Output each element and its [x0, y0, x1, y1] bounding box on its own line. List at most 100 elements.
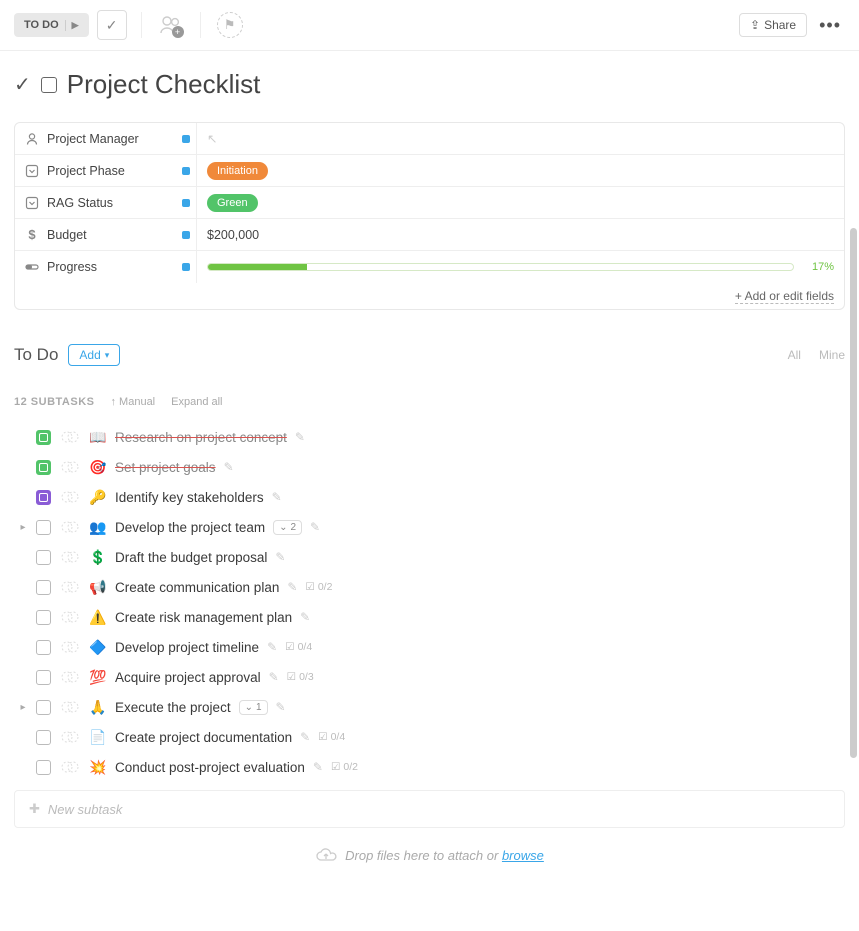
- task-checkbox[interactable]: [36, 610, 51, 625]
- assignee-placeholder-icon[interactable]: [59, 608, 81, 626]
- field-label[interactable]: Project Manager: [15, 123, 197, 154]
- share-button[interactable]: ⇪ Share: [739, 13, 807, 37]
- assignee-placeholder-icon[interactable]: [59, 488, 81, 506]
- task-row[interactable]: 📢Create communication plan✎☑0/2: [14, 572, 845, 602]
- checklist-count[interactable]: ☑0/4: [285, 641, 312, 653]
- task-row[interactable]: 🎯Set project goals✎: [14, 452, 845, 482]
- subtask-count-pill[interactable]: ⌄1: [239, 700, 268, 715]
- add-edit-fields-button[interactable]: + Add or edit fields: [735, 289, 834, 304]
- task-edit-icon[interactable]: ✎: [276, 700, 286, 714]
- assignee-placeholder-icon[interactable]: [59, 548, 81, 566]
- task-edit-icon[interactable]: ✎: [300, 610, 310, 624]
- task-edit-icon[interactable]: ✎: [272, 490, 282, 504]
- assignee-placeholder-icon[interactable]: [59, 638, 81, 656]
- mark-complete-button[interactable]: ✓: [97, 10, 127, 40]
- expand-caret-icon[interactable]: ▸: [18, 522, 28, 533]
- field-label[interactable]: $ Budget: [15, 219, 197, 250]
- more-menu-button[interactable]: •••: [815, 15, 845, 36]
- dropdown-icon: [25, 164, 39, 178]
- task-row[interactable]: 📖Research on project concept✎: [14, 422, 845, 452]
- tag-badge: Initiation: [207, 162, 268, 180]
- task-checkbox[interactable]: [36, 640, 51, 655]
- task-title: Create risk management plan: [115, 610, 292, 625]
- assignees-button[interactable]: +: [156, 10, 186, 40]
- field-label[interactable]: Progress: [15, 251, 197, 283]
- filter-all[interactable]: All: [788, 348, 801, 362]
- assignee-placeholder-icon[interactable]: [59, 458, 81, 476]
- add-subtask-button[interactable]: Add ▾: [68, 344, 120, 366]
- task-checkbox[interactable]: [36, 520, 51, 535]
- todo-filters: All Mine: [788, 348, 845, 362]
- task-checkbox[interactable]: [36, 490, 51, 505]
- chevron-down-icon: ▾: [105, 350, 110, 361]
- filter-mine[interactable]: Mine: [819, 348, 845, 362]
- checklist-count[interactable]: ☑0/2: [331, 761, 358, 773]
- expand-caret-icon[interactable]: ▸: [18, 702, 28, 713]
- checklist-count[interactable]: ☑0/2: [305, 581, 332, 593]
- task-edit-icon[interactable]: ✎: [310, 520, 320, 534]
- field-label[interactable]: Project Phase: [15, 155, 197, 186]
- task-edit-icon[interactable]: ✎: [287, 580, 297, 594]
- checklist-count[interactable]: ☑0/3: [287, 671, 314, 683]
- task-checkbox[interactable]: [36, 550, 51, 565]
- scrollbar[interactable]: [850, 228, 857, 758]
- field-name: Project Phase: [47, 164, 125, 178]
- attachment-dropzone[interactable]: Drop files here to attach or browse: [14, 828, 845, 872]
- field-pin-icon: [182, 167, 190, 175]
- assignee-placeholder-icon[interactable]: [59, 668, 81, 686]
- task-checkbox[interactable]: [36, 670, 51, 685]
- task-edit-icon[interactable]: ✎: [300, 730, 310, 744]
- task-edit-icon[interactable]: ✎: [267, 640, 277, 654]
- task-checkbox[interactable]: [36, 580, 51, 595]
- assignee-placeholder-icon[interactable]: [59, 728, 81, 746]
- task-edit-icon[interactable]: ✎: [313, 760, 323, 774]
- subtask-count-pill[interactable]: ⌄2: [273, 520, 302, 535]
- progress-fill: [208, 264, 307, 270]
- plus-icon: ✚: [29, 801, 40, 817]
- task-checkbox[interactable]: [36, 700, 51, 715]
- task-row[interactable]: 💥Conduct post-project evaluation✎☑0/2: [14, 752, 845, 782]
- field-label[interactable]: RAG Status: [15, 187, 197, 218]
- task-emoji-icon: 🔑: [89, 489, 107, 506]
- task-row[interactable]: 🔑Identify key stakeholders✎: [14, 482, 845, 512]
- checklist-icon: ☑: [331, 761, 340, 773]
- task-edit-icon[interactable]: ✎: [269, 670, 279, 684]
- field-value[interactable]: Green: [197, 187, 844, 218]
- task-row[interactable]: 💯Acquire project approval✎☑0/3: [14, 662, 845, 692]
- priority-button[interactable]: ⚑: [215, 10, 245, 40]
- task-title: Develop project timeline: [115, 640, 259, 655]
- assignee-placeholder-icon[interactable]: [59, 578, 81, 596]
- assignee-placeholder-icon[interactable]: [59, 518, 81, 536]
- expand-all-button[interactable]: Expand all: [171, 396, 222, 408]
- task-edit-icon[interactable]: ✎: [295, 430, 305, 444]
- task-row[interactable]: ⚠️Create risk management plan✎: [14, 602, 845, 632]
- task-emoji-icon: 📢: [89, 579, 107, 596]
- checklist-count[interactable]: ☑0/4: [318, 731, 345, 743]
- task-row[interactable]: ▸ 👥Develop the project team⌄2✎: [14, 512, 845, 542]
- task-checkbox[interactable]: [36, 430, 51, 445]
- field-row: Project Manager ↖: [15, 123, 844, 155]
- task-edit-icon[interactable]: ✎: [224, 460, 234, 474]
- field-value[interactable]: ↖: [197, 123, 844, 154]
- page-title[interactable]: Project Checklist: [67, 69, 261, 100]
- sort-button[interactable]: ↑ Manual: [110, 396, 155, 408]
- task-row[interactable]: 💲Draft the budget proposal✎: [14, 542, 845, 572]
- task-row[interactable]: 🔷Develop project timeline✎☑0/4: [14, 632, 845, 662]
- task-edit-icon[interactable]: ✎: [275, 550, 285, 564]
- new-subtask-input[interactable]: ✚ New subtask: [14, 790, 845, 828]
- todo-header: To Do Add ▾ All Mine: [14, 344, 845, 366]
- assignee-placeholder-icon[interactable]: [59, 428, 81, 446]
- assignee-placeholder-icon[interactable]: [59, 758, 81, 776]
- task-title: Research on project concept: [115, 430, 287, 445]
- status-button[interactable]: TO DO ▶: [14, 13, 89, 37]
- browse-link[interactable]: browse: [502, 848, 544, 863]
- task-checkbox[interactable]: [36, 460, 51, 475]
- task-row[interactable]: 📄Create project documentation✎☑0/4: [14, 722, 845, 752]
- field-value[interactable]: 17%: [197, 251, 844, 283]
- task-checkbox[interactable]: [36, 760, 51, 775]
- field-value[interactable]: Initiation: [197, 155, 844, 186]
- task-checkbox[interactable]: [36, 730, 51, 745]
- task-row[interactable]: ▸ 🙏Execute the project⌄1✎: [14, 692, 845, 722]
- assignee-placeholder-icon[interactable]: [59, 698, 81, 716]
- field-value[interactable]: $200,000: [197, 219, 844, 250]
